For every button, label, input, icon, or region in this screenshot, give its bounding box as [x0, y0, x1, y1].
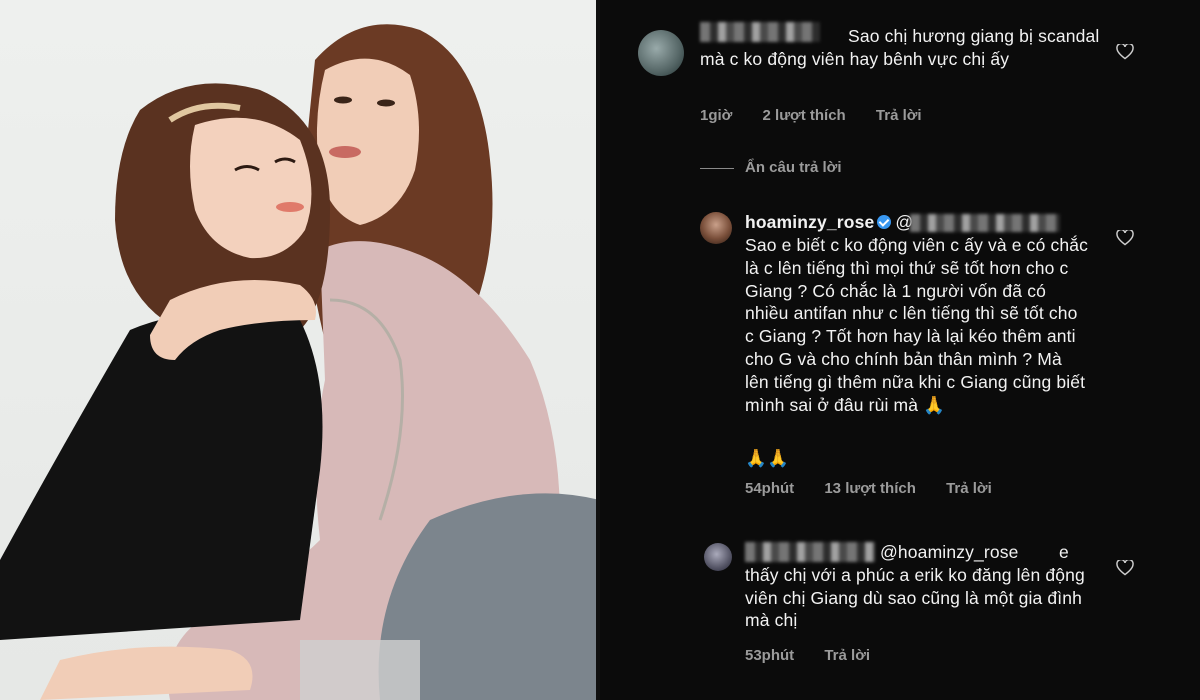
hide-replies-line — [700, 168, 734, 169]
comment-meta: 1giờ 2 lượt thích Trả lời — [700, 107, 948, 124]
heart-icon[interactable] — [1116, 44, 1134, 60]
verified-icon — [877, 215, 892, 229]
username[interactable]: hoaminzy_rose — [745, 212, 874, 232]
comment-time: 53phút — [745, 647, 795, 664]
post-photo — [0, 0, 600, 700]
photo-illustration — [0, 24, 600, 700]
heart-icon[interactable] — [1116, 230, 1134, 246]
avatar[interactable] — [704, 543, 732, 571]
comment-meta: 54phút 13 lượt thích Trả lời — [745, 480, 1018, 497]
reply-button[interactable]: Trả lời — [946, 480, 992, 497]
comment-text: e thấy chị với a phúc a erik ko đăng lên… — [745, 542, 1085, 631]
comment-text: Sao e biết c ko động viên c ấy và e có c… — [745, 235, 1089, 415]
like-count[interactable]: 13 lượt thích — [824, 480, 916, 497]
blurred-mention — [910, 214, 1060, 232]
comment-meta: 53phút Trả lời — [745, 647, 896, 664]
comment-text: Sao chị hương giang bị scandal mà c ko đ… — [700, 26, 1100, 69]
comment-time: 54phút — [745, 480, 795, 497]
reply-button[interactable]: Trả lời — [824, 647, 870, 664]
avatar[interactable] — [638, 30, 684, 76]
reply-button[interactable]: Trả lời — [876, 107, 922, 124]
hide-replies-button[interactable]: Ẩn câu trả lời — [745, 159, 842, 176]
comment-time: 1giờ — [700, 107, 733, 124]
heart-icon[interactable] — [1116, 560, 1134, 576]
avatar[interactable] — [700, 212, 732, 244]
like-count[interactable]: 2 lượt thích — [763, 107, 846, 124]
reply-header: hoaminzy_rose @ — [745, 211, 913, 234]
emoji-line: 🙏🙏 — [745, 448, 789, 468]
